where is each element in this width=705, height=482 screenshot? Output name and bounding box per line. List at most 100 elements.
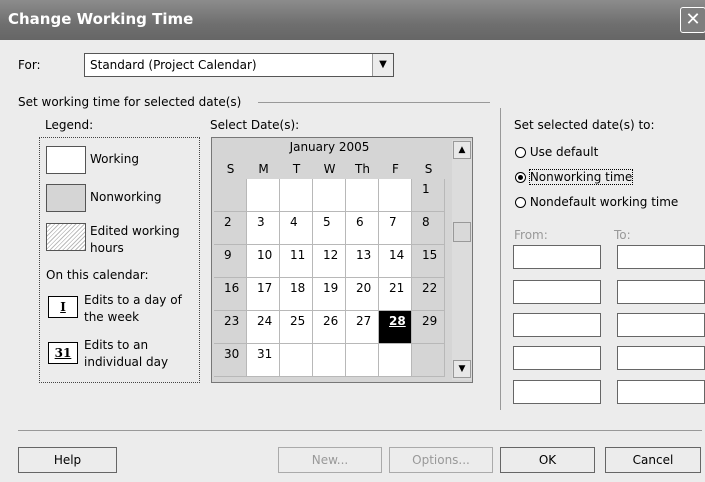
footer-divider — [18, 430, 702, 431]
for-label: For: — [18, 58, 41, 72]
from-field-3[interactable] — [513, 313, 601, 337]
options-button[interactable]: Options... — [389, 447, 493, 473]
from-field-2[interactable] — [513, 280, 601, 304]
calendar-empty-cell — [214, 179, 247, 212]
chevron-down-icon[interactable]: ▼ — [372, 54, 393, 76]
legend-label-day-edits: Edits to an individual day — [84, 338, 169, 369]
to-field-5[interactable] — [617, 380, 705, 404]
calendar-day[interactable]: 5 — [313, 212, 346, 245]
calendar-day[interactable]: 30 — [214, 344, 247, 377]
weekday-edit-icon: I — [48, 296, 78, 318]
calendar-day[interactable]: 29 — [412, 311, 445, 344]
calendar-day[interactable]: 13 — [346, 245, 379, 278]
weekday-header[interactable]: Th — [346, 162, 379, 179]
cancel-button[interactable]: Cancel — [605, 447, 701, 473]
option-nonworking[interactable]: Nonworking time — [515, 169, 634, 185]
from-label: From: — [514, 228, 548, 242]
calendar-day[interactable]: 17 — [247, 278, 280, 311]
calendar-day[interactable]: 22 — [412, 278, 445, 311]
weekday-header[interactable]: S — [214, 162, 247, 179]
calendar-day[interactable]: 21 — [379, 278, 412, 311]
calendar-day[interactable]: 10 — [247, 245, 280, 278]
legend-label-weekday-edits: Edits to a day of the week — [84, 293, 182, 324]
calendar-day[interactable]: 31 — [247, 344, 280, 377]
calendar-month-label: January 2005 — [289, 140, 370, 154]
group-divider — [258, 102, 490, 103]
to-field-1[interactable] — [617, 245, 705, 269]
calendar-empty-cell — [280, 179, 313, 212]
scroll-down-icon[interactable]: ▼ — [453, 360, 471, 378]
option-nonworking-label: Nonworking time — [528, 169, 634, 185]
calendar-day-selected[interactable]: 28 — [379, 311, 412, 344]
calendar-day[interactable]: 8 — [412, 212, 445, 245]
new-button[interactable]: New... — [278, 447, 382, 473]
calendar-day[interactable]: 9 — [214, 245, 247, 278]
help-button[interactable]: Help — [18, 447, 117, 473]
calendar-select[interactable]: Standard (Project Calendar) ▼ — [84, 53, 394, 77]
radio-nonworking[interactable] — [515, 172, 526, 183]
option-use-default[interactable]: Use default — [515, 145, 598, 159]
scroll-thumb[interactable] — [453, 222, 471, 242]
calendar-empty-cell — [379, 179, 412, 212]
weekday-header[interactable]: M — [247, 162, 280, 179]
weekday-header[interactable]: T — [280, 162, 313, 179]
legend-label: Legend: — [45, 118, 94, 132]
option-nondefault[interactable]: Nondefault working time — [515, 195, 678, 209]
calendar-empty-cell — [346, 179, 379, 212]
to-field-2[interactable] — [617, 280, 705, 304]
day-edit-icon: 31 — [48, 342, 78, 364]
calendar-empty-cell — [247, 179, 280, 212]
calendar-empty-cell — [346, 344, 379, 377]
from-field-5[interactable] — [513, 380, 601, 404]
to-field-4[interactable] — [617, 346, 705, 370]
calendar-empty-cell — [379, 344, 412, 377]
calendar-scrollbar[interactable]: ▲ ▼ — [452, 140, 472, 380]
radio-nondefault[interactable] — [515, 197, 526, 208]
calendar-empty-cell — [412, 344, 445, 377]
calendar-empty-cell — [280, 344, 313, 377]
radio-use-default[interactable] — [515, 147, 526, 158]
calendar-day[interactable]: 16 — [214, 278, 247, 311]
calendar-day[interactable]: 2 — [214, 212, 247, 245]
on-calendar-label: On this calendar: — [46, 268, 149, 282]
calendar-day[interactable]: 4 — [280, 212, 313, 245]
calendar-select-value: Standard (Project Calendar) — [90, 58, 257, 72]
calendar-day[interactable]: 15 — [412, 245, 445, 278]
option-use-default-label: Use default — [529, 145, 599, 159]
from-field-4[interactable] — [513, 346, 601, 370]
calendar-empty-cell — [313, 344, 346, 377]
weekday-header[interactable]: F — [379, 162, 412, 179]
calendar-day[interactable]: 3 — [247, 212, 280, 245]
weekday-header[interactable]: W — [313, 162, 346, 179]
option-nondefault-label: Nondefault working time — [529, 195, 679, 209]
calendar-day[interactable]: 25 — [280, 311, 313, 344]
calendar-day[interactable]: 24 — [247, 311, 280, 344]
calendar-day[interactable]: 18 — [280, 278, 313, 311]
calendar-day[interactable]: 1 — [412, 179, 445, 212]
calendar-day[interactable]: 27 — [346, 311, 379, 344]
calendar-day[interactable]: 19 — [313, 278, 346, 311]
ok-button[interactable]: OK — [500, 447, 595, 473]
calendar-day[interactable]: 23 — [214, 311, 247, 344]
from-field-1[interactable] — [513, 245, 601, 269]
calendar-day[interactable]: 26 — [313, 311, 346, 344]
weekday-header[interactable]: S — [412, 162, 445, 179]
calendar-day[interactable]: 6 — [346, 212, 379, 245]
calendar-days: S M T W Th F S 1 2 3 4 5 6 7 8 9 10 11 12 13 14 15 16 17 18 19 20 2… — [214, 162, 445, 378]
legend-swatch-nonworking — [46, 184, 86, 212]
legend-swatch-working — [46, 146, 86, 174]
calendar-day[interactable]: 7 — [379, 212, 412, 245]
calendar-day[interactable]: 11 — [280, 245, 313, 278]
to-field-3[interactable] — [617, 313, 705, 337]
calendar-day[interactable]: 20 — [346, 278, 379, 311]
to-label: To: — [614, 228, 631, 242]
legend-label-working: Working — [90, 152, 139, 166]
calendar-empty-cell — [313, 179, 346, 212]
calendar-day[interactable]: 12 — [313, 245, 346, 278]
legend-swatch-edited — [46, 223, 86, 251]
legend-label-edited: Edited working hours — [90, 224, 180, 255]
set-working-time-label: Set working time for selected date(s) — [18, 95, 242, 109]
close-button[interactable]: ✕ — [680, 7, 705, 33]
calendar-day[interactable]: 14 — [379, 245, 412, 278]
scroll-up-icon[interactable]: ▲ — [453, 141, 471, 159]
